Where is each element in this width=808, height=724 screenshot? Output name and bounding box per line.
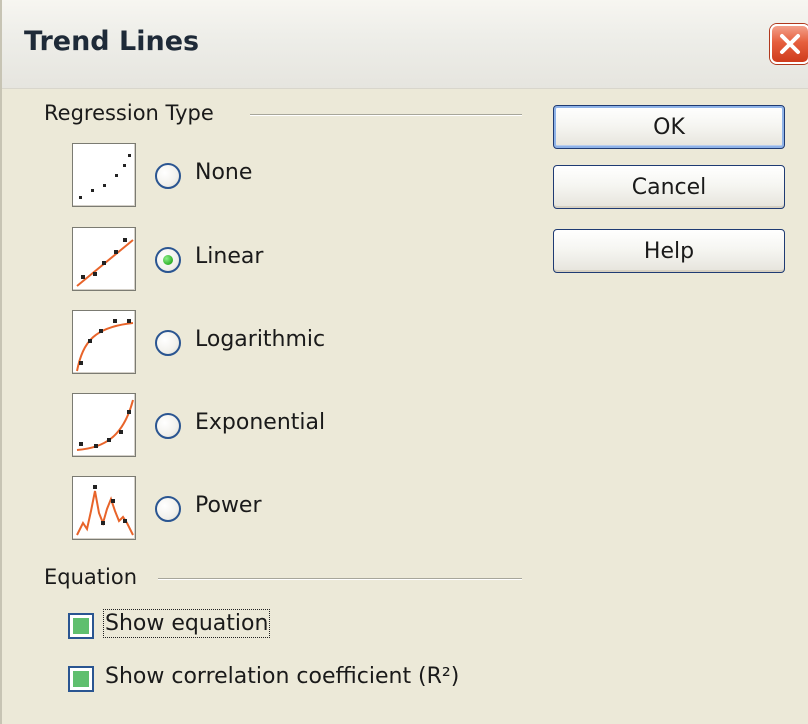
dialog-title: Trend Lines bbox=[24, 26, 200, 57]
radio-label-exponential: Exponential bbox=[195, 410, 326, 435]
show-correlation-checkbox[interactable] bbox=[68, 666, 94, 692]
close-x-icon bbox=[780, 34, 800, 54]
equation-group-separator bbox=[158, 578, 522, 580]
show-correlation-label: Show correlation coefficient (R²) bbox=[105, 664, 460, 689]
show-equation-checkbox[interactable] bbox=[68, 613, 94, 639]
radio-label-power: Power bbox=[195, 493, 262, 518]
dialog-body: Regression Type None Linear Logarithmic … bbox=[2, 89, 808, 724]
radio-label-logarithmic: Logarithmic bbox=[195, 327, 326, 352]
regression-group-separator bbox=[250, 114, 522, 116]
radio-exponential[interactable] bbox=[155, 413, 181, 439]
radio-power[interactable] bbox=[155, 496, 181, 522]
regression-option-logarithmic[interactable]: Logarithmic bbox=[72, 310, 492, 374]
regression-option-power[interactable]: Power bbox=[72, 476, 492, 540]
equation-group-label: Equation bbox=[44, 565, 150, 589]
radio-linear[interactable] bbox=[155, 247, 181, 273]
trend-lines-dialog: Trend Lines Regression Type None Linear … bbox=[0, 0, 808, 724]
regression-option-none[interactable]: None bbox=[72, 143, 492, 207]
radio-label-linear: Linear bbox=[195, 244, 264, 269]
radio-label-none: None bbox=[195, 160, 253, 185]
close-button[interactable] bbox=[770, 24, 808, 64]
show-equation-label: Show equation bbox=[102, 609, 271, 638]
radio-none[interactable] bbox=[155, 163, 181, 189]
radio-logarithmic[interactable] bbox=[155, 330, 181, 356]
ok-button[interactable]: OK bbox=[553, 105, 785, 149]
help-button[interactable]: Help bbox=[553, 229, 785, 273]
regression-power-icon bbox=[72, 476, 136, 540]
cancel-button[interactable]: Cancel bbox=[553, 165, 785, 209]
regression-option-linear[interactable]: Linear bbox=[72, 227, 492, 291]
regression-logarithmic-icon bbox=[72, 310, 136, 374]
regression-group-label: Regression Type bbox=[44, 101, 226, 125]
regression-option-exponential[interactable]: Exponential bbox=[72, 393, 492, 457]
regression-linear-icon bbox=[72, 227, 136, 291]
regression-exponential-icon bbox=[72, 393, 136, 457]
regression-none-icon bbox=[72, 143, 136, 207]
title-bar[interactable]: Trend Lines bbox=[2, 0, 808, 89]
